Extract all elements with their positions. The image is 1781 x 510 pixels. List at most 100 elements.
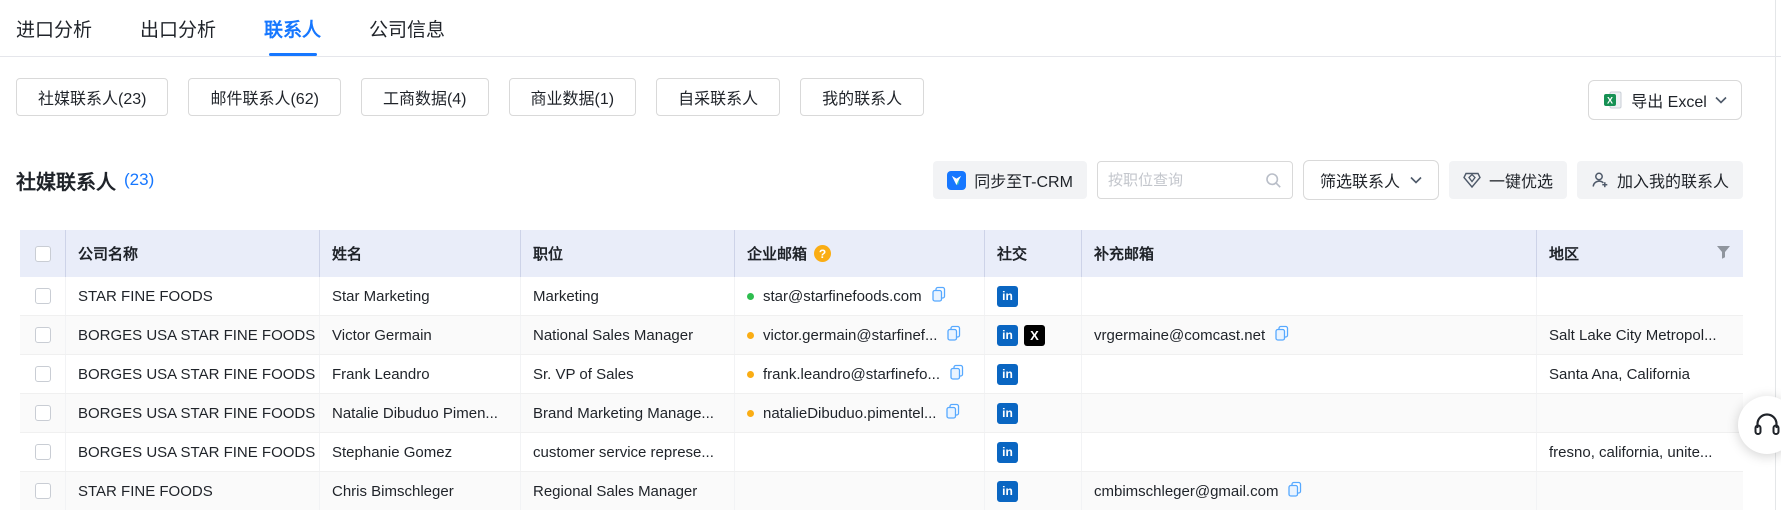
table-row: BORGES USA STAR FINE FOODS Victor Germain…: [20, 316, 1743, 355]
one-click-optimize-button[interactable]: 一键优选: [1449, 161, 1567, 199]
copy-icon[interactable]: [949, 364, 965, 384]
select-all-checkbox[interactable]: [35, 246, 51, 262]
col-name: 姓名: [320, 230, 521, 277]
col-title: 职位: [521, 230, 735, 277]
linkedin-icon[interactable]: in: [997, 286, 1018, 307]
linkedin-icon[interactable]: in: [997, 364, 1018, 385]
job-title: Marketing: [533, 288, 599, 305]
contact-name: Frank Leandro: [332, 366, 430, 383]
sync-to-tcrm-button[interactable]: 同步至T-CRM: [933, 161, 1087, 199]
copy-icon[interactable]: [931, 286, 947, 306]
alt-email: cmbimschleger@gmail.com: [1094, 483, 1278, 500]
contact-name: Star Marketing: [332, 288, 430, 305]
chevron-down-icon: [1715, 96, 1727, 104]
row-checkbox[interactable]: [35, 327, 51, 343]
linkedin-icon[interactable]: in: [997, 481, 1018, 502]
section-title: 社媒联系人: [16, 166, 116, 195]
filter-contacts-label: 筛选联系人: [1320, 168, 1400, 192]
job-title: Regional Sales Manager: [533, 483, 697, 500]
email-status-dot: [747, 293, 754, 300]
col-alt-email: 补充邮箱: [1082, 230, 1537, 277]
chip-business-registry[interactable]: 工商数据(4): [361, 78, 489, 116]
headset-icon: [1752, 410, 1781, 440]
region: fresno, california, unite...: [1549, 444, 1712, 461]
col-region: 地区: [1537, 230, 1743, 277]
company-email: natalieDibuduo.pimentel...: [763, 405, 936, 422]
tab-contacts[interactable]: 联系人: [264, 0, 321, 56]
add-to-my-contacts-button[interactable]: 加入我的联系人: [1577, 161, 1743, 199]
customer-service-button[interactable]: [1738, 396, 1781, 454]
linkedin-icon[interactable]: in: [997, 403, 1018, 424]
linkedin-icon[interactable]: in: [997, 442, 1018, 463]
table-row: BORGES USA STAR FINE FOODS Stephanie Gome…: [20, 433, 1743, 472]
email-status-dot: [747, 371, 754, 378]
col-social: 社交: [985, 230, 1082, 277]
company-name: BORGES USA STAR FINE FOODS: [78, 405, 315, 422]
email-status-dot: [747, 332, 754, 339]
tab-import-analysis[interactable]: 进口分析: [16, 0, 92, 56]
col-company-email: 企业邮箱 ?: [735, 230, 985, 277]
row-checkbox[interactable]: [35, 288, 51, 304]
copy-icon[interactable]: [1287, 481, 1303, 501]
company-name: STAR FINE FOODS: [78, 288, 213, 305]
contact-name: Chris Bimschleger: [332, 483, 454, 500]
table-row: BORGES USA STAR FINE FOODS Natalie Dibudu…: [20, 394, 1743, 433]
tab-company-info[interactable]: 公司信息: [369, 0, 445, 56]
contact-source-chips: 社媒联系人(23) 邮件联系人(62) 工商数据(4) 商业数据(1) 自采联系…: [16, 78, 924, 116]
chip-mail-contacts[interactable]: 邮件联系人(62): [188, 78, 340, 116]
table-row: BORGES USA STAR FINE FOODS Frank Leandro S…: [20, 355, 1743, 394]
contact-name: Victor Germain: [332, 327, 432, 344]
chevron-down-icon: [1410, 176, 1422, 184]
contacts-table: 公司名称 姓名 职位 企业邮箱 ? 社交 补充邮箱 地区 STAR FINE F…: [20, 230, 1743, 510]
contacts-toolbar: 同步至T-CRM 筛选联系人 一键: [933, 160, 1743, 200]
premium-badge-icon: [1463, 171, 1481, 189]
tab-export-analysis[interactable]: 出口分析: [140, 0, 216, 56]
chip-self-collected[interactable]: 自采联系人: [656, 78, 780, 116]
table-row: STAR FINE FOODSStar MarketingMarketingst…: [20, 277, 1743, 316]
excel-icon: X: [1603, 90, 1623, 110]
row-checkbox[interactable]: [35, 444, 51, 460]
section-header: 社媒联系人 (23) 同步至T-CRM 筛选联系人: [16, 160, 1743, 200]
chip-commercial-data[interactable]: 商业数据(1): [509, 78, 637, 116]
table-body: STAR FINE FOODSStar MarketingMarketingst…: [20, 277, 1743, 510]
chip-social-contacts[interactable]: 社媒联系人(23): [16, 78, 168, 116]
table-row: STAR FINE FOODS Chris Bimschleger Regional…: [20, 472, 1743, 510]
filter-contacts-button[interactable]: 筛选联系人: [1303, 160, 1439, 200]
company-name: BORGES USA STAR FINE FOODS: [78, 366, 315, 383]
sync-to-tcrm-label: 同步至T-CRM: [974, 168, 1073, 192]
add-to-my-contacts-label: 加入我的联系人: [1617, 168, 1729, 192]
row-checkbox[interactable]: [35, 483, 51, 499]
linkedin-icon[interactable]: in: [997, 325, 1018, 346]
x-icon[interactable]: X: [1024, 325, 1045, 346]
table-header: 公司名称 姓名 职位 企业邮箱 ? 社交 补充邮箱 地区: [20, 230, 1743, 277]
email-status-dot: [747, 410, 754, 417]
copy-icon[interactable]: [1274, 325, 1290, 345]
company-name: BORGES USA STAR FINE FOODS: [78, 327, 315, 344]
person-plus-icon: [1591, 171, 1609, 189]
copy-icon[interactable]: [946, 325, 962, 345]
company-email: frank.leandro@starfinefo...: [763, 366, 940, 383]
export-excel-label: 导出 Excel: [1631, 88, 1707, 112]
svg-text:X: X: [1607, 96, 1613, 106]
search-icon[interactable]: [1265, 172, 1282, 189]
row-checkbox[interactable]: [35, 366, 51, 382]
job-title: Sr. VP of Sales: [533, 366, 634, 383]
position-search-input[interactable]: [1108, 172, 1265, 189]
copy-icon[interactable]: [945, 403, 961, 423]
help-icon[interactable]: ?: [814, 245, 831, 262]
contact-name: Stephanie Gomez: [332, 444, 452, 461]
tcrm-logo-icon: [947, 171, 966, 190]
region: Salt Lake City Metropol...: [1549, 327, 1717, 344]
job-title: customer service represe...: [533, 444, 714, 461]
company-name: STAR FINE FOODS: [78, 483, 213, 500]
region: Santa Ana, California: [1549, 366, 1690, 383]
contact-name: Natalie Dibuduo Pimen...: [332, 405, 498, 422]
company-email: victor.germain@starfinef...: [763, 327, 937, 344]
filter-funnel-icon[interactable]: [1716, 245, 1731, 263]
job-title: Brand Marketing Manage...: [533, 405, 714, 422]
company-name: BORGES USA STAR FINE FOODS: [78, 444, 315, 461]
chip-my-contacts[interactable]: 我的联系人: [800, 78, 924, 116]
export-excel-button[interactable]: X 导出 Excel: [1588, 80, 1742, 120]
row-checkbox[interactable]: [35, 405, 51, 421]
top-tab-bar: 进口分析 出口分析 联系人 公司信息: [0, 0, 1781, 57]
